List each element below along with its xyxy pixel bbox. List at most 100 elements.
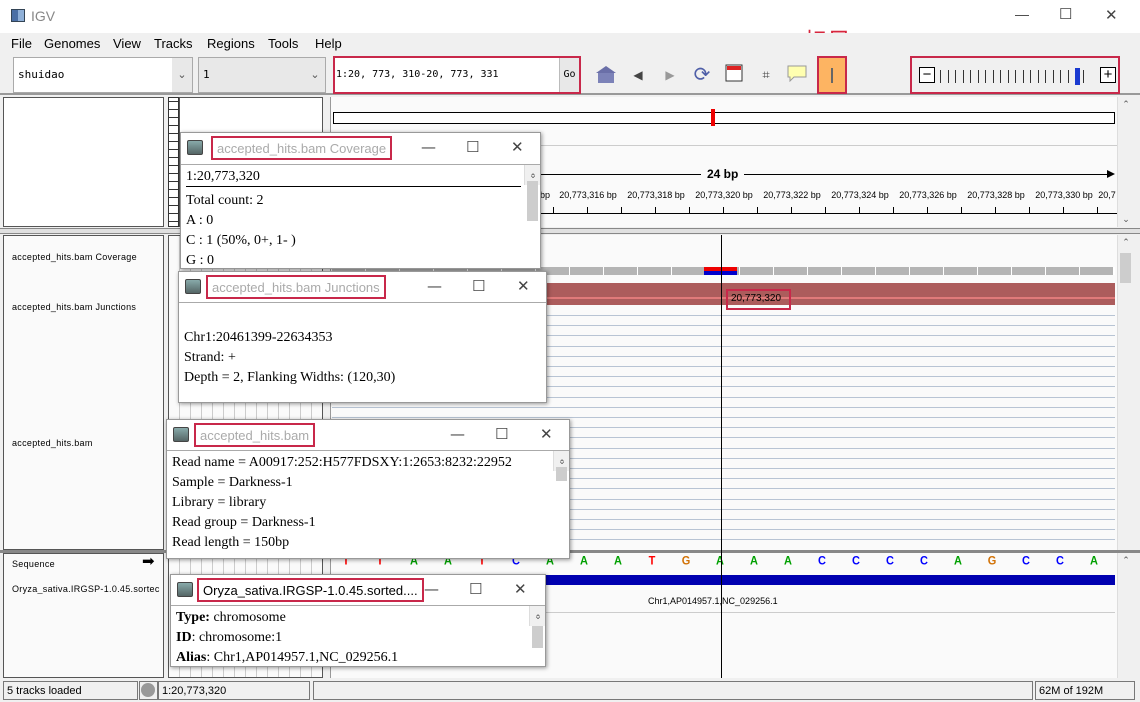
zoom-out-button[interactable]: − [919, 67, 935, 83]
ruler-tick [995, 207, 996, 214]
coverage-bar[interactable] [842, 267, 876, 275]
menu-help[interactable]: Help [315, 36, 342, 51]
current-region-marker [711, 109, 715, 126]
popup-scrollbar[interactable]: ⌃ ⌄ [529, 606, 545, 648]
coverage-bar[interactable] [570, 267, 604, 275]
feature-scrollbar[interactable]: ⌃ [1117, 553, 1133, 678]
maximize-button[interactable]: ☐ [466, 138, 479, 156]
refresh-icon[interactable]: ⟳ [690, 64, 714, 86]
status-extra [313, 681, 1033, 700]
ruler-tick [859, 207, 860, 214]
close-button[interactable]: ✕ [514, 580, 527, 598]
popup-line: C : 1 (50%, 0+, 1- ) [186, 233, 296, 248]
alignment-row[interactable] [332, 417, 1115, 418]
coverage-bar[interactable] [808, 267, 842, 275]
menu-tools[interactable]: Tools [268, 36, 298, 51]
coverage-bar[interactable] [1080, 267, 1114, 275]
zoom-tick [940, 70, 941, 83]
java-icon [173, 427, 189, 442]
home-icon[interactable] [594, 64, 618, 86]
maximize-button[interactable]: ☐ [495, 425, 508, 443]
zoom-tick [1030, 70, 1031, 83]
menu-view[interactable]: View [113, 36, 141, 51]
strand-arrow-icon[interactable]: ➡ [142, 552, 155, 570]
coverage-bar[interactable] [774, 267, 808, 275]
ruler-tick-label: 20,7 [1098, 190, 1116, 200]
minimize-button[interactable]: — [424, 580, 439, 598]
go-button[interactable]: Go [559, 58, 579, 92]
maximize-button[interactable]: ☐ [1059, 5, 1072, 23]
minimize-button[interactable]: — [1015, 6, 1029, 22]
data-name-panel: accepted_hits.bam Coverage accepted_hits… [3, 235, 164, 550]
java-icon [177, 582, 193, 597]
zoom-in-button[interactable]: + [1100, 67, 1116, 83]
minimize-button[interactable]: — [421, 138, 436, 156]
menu-regions[interactable]: Regions [207, 36, 255, 51]
coverage-bar[interactable] [638, 267, 672, 275]
chevron-down-icon[interactable]: ⌄ [172, 58, 192, 92]
menu-tracks[interactable]: Tracks [154, 36, 193, 51]
menu-genomes[interactable]: Genomes [44, 36, 100, 51]
header-name-panel [3, 97, 164, 227]
data-scrollbar[interactable]: ⌃ [1117, 235, 1133, 550]
alignment-row[interactable] [332, 406, 1115, 408]
coverage-bar[interactable] [910, 267, 944, 275]
ruler-tick [927, 207, 928, 214]
chromosome-ideogram[interactable] [333, 112, 1115, 124]
sequence-track-label[interactable]: Sequence [12, 559, 55, 569]
coverage-bar[interactable] [1012, 267, 1046, 275]
close-button[interactable]: ✕ [540, 425, 553, 443]
minimize-button[interactable]: — [427, 277, 442, 295]
junctions-track-label[interactable]: accepted_hits.bam Junctions [12, 302, 136, 312]
popup-scrollbar[interactable]: ⌃ ⌄ [524, 165, 540, 221]
sequence-base: C [852, 554, 860, 568]
coverage-bar[interactable] [604, 267, 638, 275]
zoom-tick [977, 70, 979, 83]
close-button[interactable]: ✕ [511, 138, 524, 156]
forward-icon[interactable]: ▶ [658, 64, 682, 86]
feature-popup: Oryza_sativa.IRGSP-1.0.45.sorted.... — ☐… [170, 574, 546, 667]
minimize-button[interactable]: — [450, 425, 465, 443]
coverage-track-label[interactable]: accepted_hits.bam Coverage [12, 252, 137, 262]
coverage-bar[interactable] [944, 267, 978, 275]
locus-input[interactable]: 1:20, 773, 310-20, 773, 331 [336, 69, 499, 80]
ruler-scrollbar[interactable]: ⌃ ⌄ [1117, 97, 1133, 227]
alignments-track-label[interactable]: accepted_hits.bam [12, 438, 93, 448]
coverage-bar[interactable] [1046, 267, 1080, 275]
region-of-interest-icon[interactable] [722, 64, 746, 86]
coverage-bar[interactable] [876, 267, 910, 275]
java-icon [185, 279, 201, 294]
coverage-bar[interactable] [740, 267, 774, 275]
close-button[interactable]: ✕ [517, 277, 530, 295]
annotation-track-label[interactable]: Oryza_sativa.IRGSP-1.0.45.sortec [12, 584, 165, 594]
menu-file[interactable]: File [11, 36, 32, 51]
field-value: : chromosome:1 [191, 630, 283, 645]
close-button[interactable]: ✕ [1105, 6, 1118, 24]
maximize-button[interactable]: ☐ [469, 580, 482, 598]
coverage-bar[interactable] [672, 267, 706, 275]
popup-scrollbar[interactable]: ⌃ ⌄ [553, 451, 569, 481]
field-key: Type: [176, 610, 210, 625]
zoom-slider[interactable] [940, 68, 1090, 85]
back-icon[interactable]: ◀ [626, 64, 650, 86]
sequence-base: G [987, 554, 997, 568]
genome-dropdown[interactable]: shuidao ⌄ [13, 57, 193, 93]
ruler-button[interactable] [817, 56, 847, 94]
popup-title: accepted_hits.bam Junctions [206, 275, 386, 299]
popup-text-icon[interactable] [785, 64, 809, 86]
zoom-tick [955, 70, 956, 83]
panel-divider[interactable] [0, 228, 1140, 234]
status-position: 1:20,773,320 [158, 681, 310, 700]
zoom-tick [1007, 70, 1009, 83]
sequence-base: C [886, 554, 894, 568]
coverage-bar[interactable] [1114, 267, 1115, 275]
coverage-bar[interactable] [978, 267, 1012, 275]
ruler-tick [1063, 207, 1064, 214]
igv-logo-icon [11, 9, 25, 22]
ruler-tick-label: 20,773,322 bp [763, 190, 821, 200]
chevron-down-icon[interactable]: ⌄ [305, 58, 325, 92]
chromosome-dropdown[interactable]: 1 ⌄ [198, 57, 326, 93]
status-memory: 62M of 192M [1035, 681, 1135, 700]
fit-icon[interactable]: ⌗ [754, 64, 778, 86]
maximize-button[interactable]: ☐ [472, 277, 485, 295]
